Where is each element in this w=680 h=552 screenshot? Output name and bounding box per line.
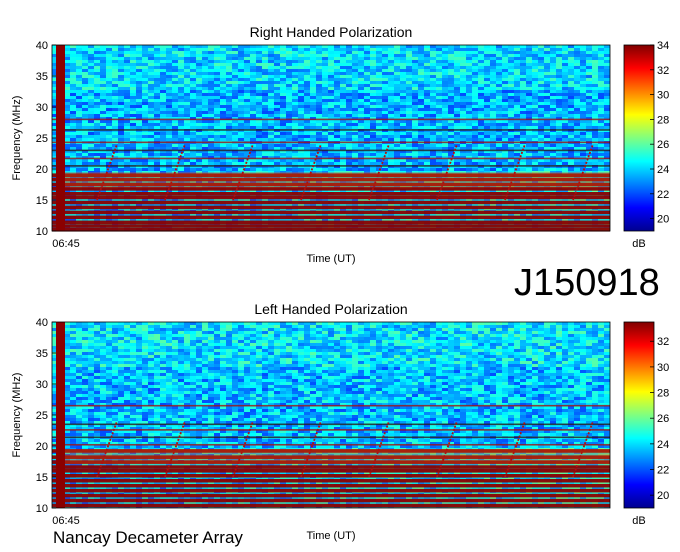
x-tick-label: 06:45 xyxy=(52,238,80,250)
colorbar-tick-label: 32 xyxy=(657,65,669,77)
y-axis-label: Frequency (MHz) xyxy=(11,373,23,458)
y-tick-label: 25 xyxy=(36,410,48,422)
y-tick-label: 30 xyxy=(36,102,48,114)
colorbar-tick-label: 26 xyxy=(657,139,669,151)
y-tick-label: 10 xyxy=(36,503,48,515)
colorbar-tick-label: 22 xyxy=(657,465,669,477)
colorbar-tick-label: 20 xyxy=(657,490,669,502)
y-tick-label: 20 xyxy=(36,164,48,176)
colorbar-tick-label: 24 xyxy=(657,439,669,451)
colorbar xyxy=(623,44,655,232)
y-axis-label: Frequency (MHz) xyxy=(11,96,23,181)
colorbar-tick-label: 28 xyxy=(657,388,669,400)
y-tick-label: 15 xyxy=(36,472,48,484)
x-axis-label: Time (UT) xyxy=(306,530,355,542)
instrument-footer: Nancay Decameter Array xyxy=(53,528,243,547)
colorbar-tick-label: 34 xyxy=(657,40,669,52)
y-tick-label: 20 xyxy=(36,441,48,453)
colorbar-tick-label: 28 xyxy=(657,114,669,126)
x-axis-label: Time (UT) xyxy=(306,253,355,265)
spectrogram-panel-1: Right Handed Polarization 10 15 20 25 30 35 40 F… xyxy=(11,24,669,265)
panel-title: Right Handed Polarization xyxy=(250,24,413,40)
colorbar-label: dB xyxy=(632,515,645,527)
y-tick-label: 25 xyxy=(36,133,48,145)
spectrogram-panel-2: Left Handed Polarization 10 15 20 25 30 35 40 Fr… xyxy=(11,301,669,542)
y-tick-label: 10 xyxy=(36,226,48,238)
colorbar-tick-label: 30 xyxy=(657,362,669,374)
colorbar-tick-label: 26 xyxy=(657,413,669,425)
colorbar-tick-label: 22 xyxy=(657,189,669,201)
colorbar-tick-label: 30 xyxy=(657,90,669,102)
y-tick-label: 15 xyxy=(36,195,48,207)
colorbar-tick-label: 20 xyxy=(657,214,669,226)
saturated-strip xyxy=(56,322,65,508)
y-tick-label: 40 xyxy=(36,40,48,52)
x-tick-label: 06:45 xyxy=(52,515,80,527)
dataset-id: J150918 xyxy=(514,262,660,304)
y-tick-label: 30 xyxy=(36,379,48,391)
colorbar-tick-label: 24 xyxy=(657,164,669,176)
y-tick-label: 35 xyxy=(36,348,48,360)
saturated-strip xyxy=(56,45,65,231)
panel-title: Left Handed Polarization xyxy=(254,301,407,317)
y-tick-label: 40 xyxy=(36,317,48,329)
colorbar-label: dB xyxy=(632,238,645,250)
colorbar xyxy=(623,321,655,509)
y-tick-label: 35 xyxy=(36,71,48,83)
colorbar-tick-label: 32 xyxy=(657,336,669,348)
